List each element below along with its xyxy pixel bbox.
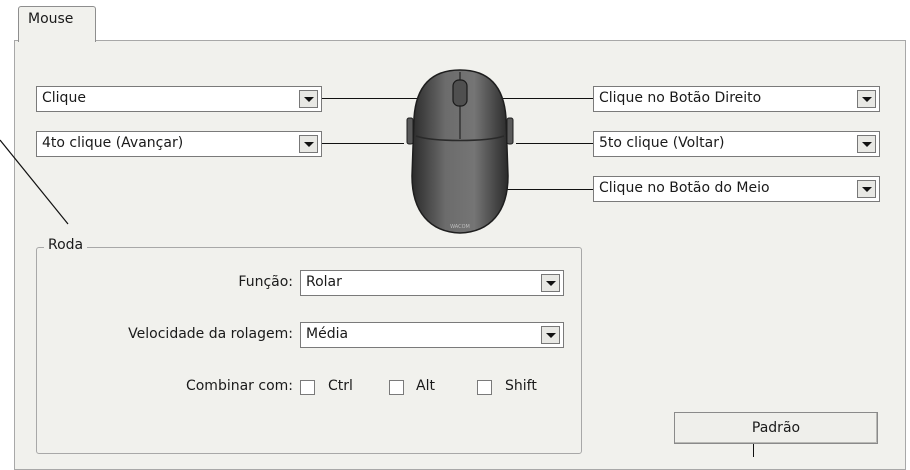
middle-button-value: Clique no Botão do Meio	[599, 180, 770, 196]
side-front-button-select[interactable]: 4to clique (Avançar)	[36, 131, 322, 157]
connector-side-back-line	[516, 143, 593, 144]
chevron-down-icon[interactable]	[541, 274, 560, 292]
ctrl-label: Ctrl	[328, 378, 353, 394]
mouse-icon: WACOM	[406, 69, 514, 234]
scroll-speed-select[interactable]: Média	[300, 322, 564, 348]
mouse-logo: WACOM	[450, 224, 470, 230]
side-front-button-value: 4to clique (Avançar)	[42, 135, 184, 151]
side-back-button-select[interactable]: 5to clique (Voltar)	[593, 131, 880, 157]
default-button[interactable]: Padrão	[674, 412, 878, 444]
function-select[interactable]: Rolar	[300, 270, 564, 296]
callout-line-bottom	[753, 444, 754, 457]
side-back-button-value: 5to clique (Voltar)	[599, 135, 725, 151]
right-button-select[interactable]: Clique no Botão Direito	[593, 86, 880, 112]
function-label: Função:	[238, 274, 293, 290]
shift-label: Shift	[505, 378, 537, 394]
tab-label: Mouse	[28, 11, 74, 27]
function-value: Rolar	[306, 274, 342, 290]
right-button-value: Clique no Botão Direito	[599, 90, 762, 106]
connector-side-front-line	[322, 143, 404, 144]
chevron-down-icon[interactable]	[857, 90, 876, 108]
chevron-down-icon[interactable]	[857, 180, 876, 198]
alt-label: Alt	[416, 378, 435, 394]
tab-mouse[interactable]: Mouse	[18, 6, 96, 42]
combine-with-label: Combinar com:	[185, 378, 293, 394]
shift-checkbox[interactable]	[477, 380, 492, 395]
left-button-value: Clique	[42, 90, 86, 106]
ctrl-checkbox[interactable]	[300, 380, 315, 395]
middle-button-select[interactable]: Clique no Botão do Meio	[593, 176, 880, 202]
alt-checkbox[interactable]	[389, 380, 404, 395]
wheel-group-legend: Roda	[44, 237, 88, 253]
default-button-label: Padrão	[751, 420, 801, 436]
scroll-speed-label: Velocidade da rolagem:	[128, 326, 293, 342]
chevron-down-icon[interactable]	[299, 135, 318, 153]
scroll-speed-value: Média	[306, 326, 349, 342]
chevron-down-icon[interactable]	[299, 90, 318, 108]
chevron-down-icon[interactable]	[857, 135, 876, 153]
left-button-select[interactable]: Clique	[36, 86, 322, 112]
chevron-down-icon[interactable]	[541, 326, 560, 344]
